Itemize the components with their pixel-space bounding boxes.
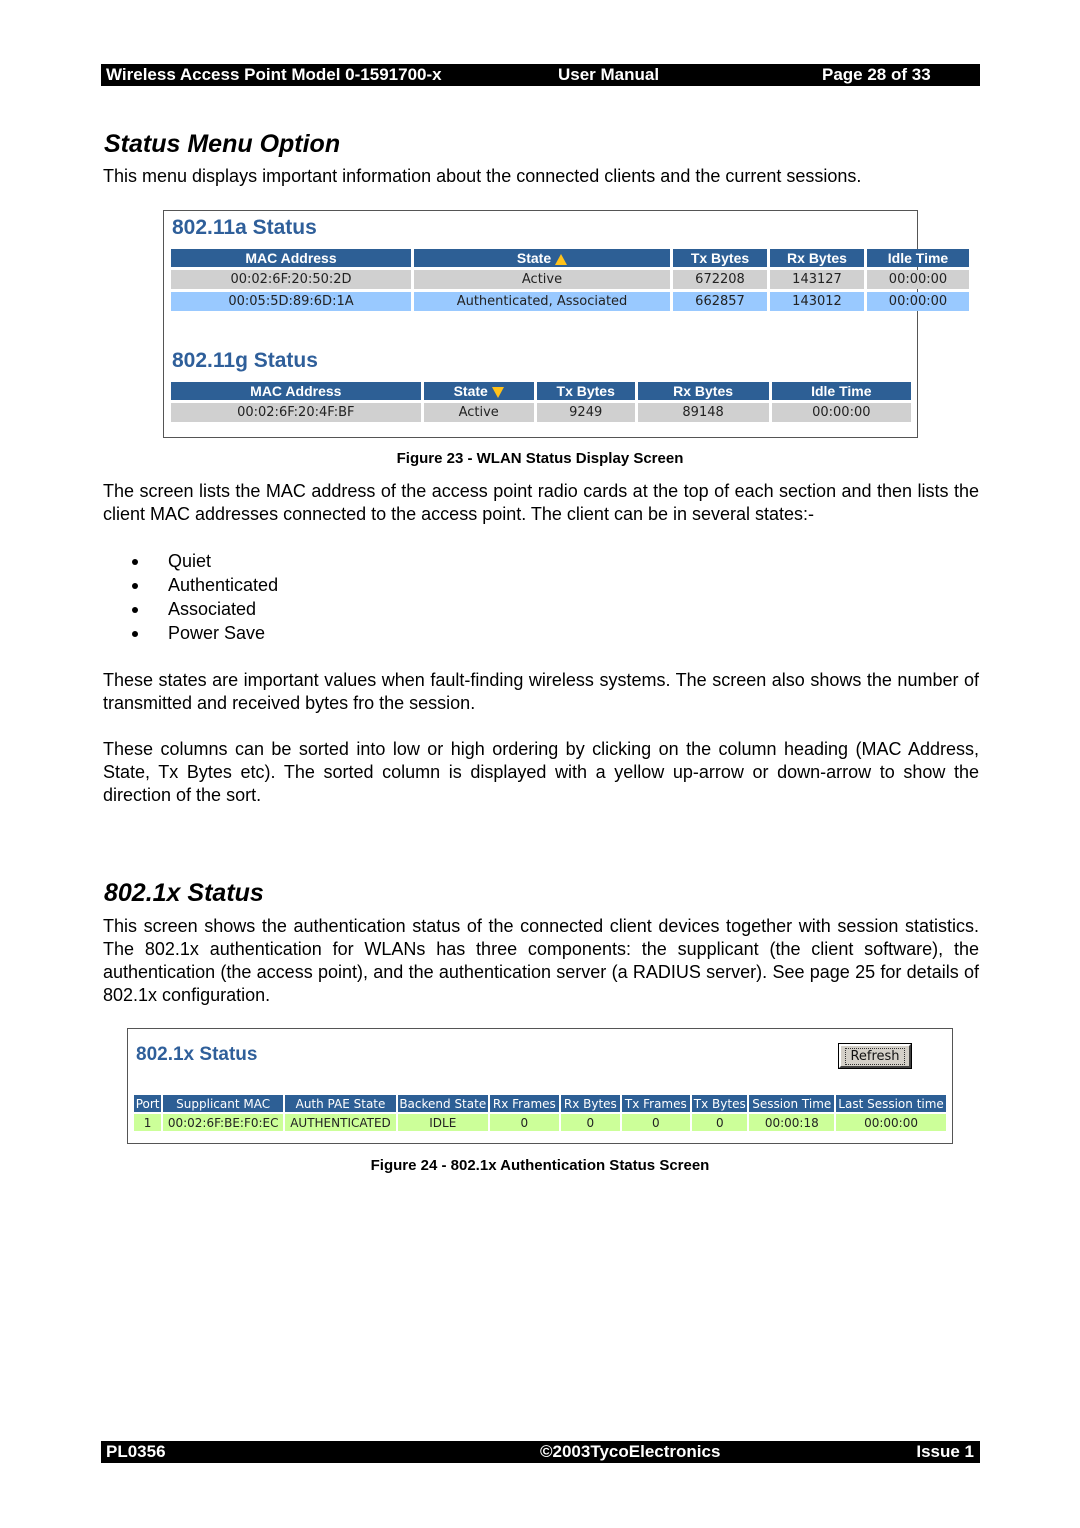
- column-header-mac-address[interactable]: MAC Address: [171, 382, 421, 400]
- cell-rx-bytes: 89148: [637, 403, 769, 422]
- wlan-status-screenshot: 802.11a Status MAC Address State Tx Byte…: [163, 210, 969, 438]
- states-list: Quiet Authenticated Associated Power Sav…: [130, 549, 278, 645]
- 8021x-status-title: 802.1x Status: [136, 1044, 258, 1065]
- cell-tx-frames: 0: [621, 1114, 691, 1131]
- 8021x-paragraph: This screen shows the authentication sta…: [103, 916, 979, 1005]
- column-header-state[interactable]: State: [423, 382, 534, 400]
- cell-mac-address: 00:02:6F:20:4F:BF: [171, 403, 421, 422]
- column-header-rx-bytes: Rx Bytes: [561, 1095, 620, 1112]
- section-intro: This menu displays important information…: [103, 166, 862, 186]
- cell-state: Active: [423, 403, 534, 422]
- 8021x-status-table: Port Supplicant MAC Auth PAE State Backe…: [132, 1093, 948, 1133]
- sort-up-arrow-icon: [555, 253, 568, 265]
- cell-idle-time: 00:00:00: [867, 292, 969, 311]
- column-header-tx-frames: Tx Frames: [621, 1095, 691, 1112]
- footer-doc-id: PL0356: [106, 1442, 166, 1461]
- header-page-number: Page 28 of 33: [822, 65, 931, 84]
- list-item: Power Save: [130, 621, 278, 645]
- column-header-rx-frames: Rx Frames: [489, 1095, 560, 1112]
- column-header-tx-bytes[interactable]: Tx Bytes: [536, 382, 635, 400]
- table-row: 00:02:6F:20:50:2D Active 672208 143127 0…: [171, 270, 969, 289]
- header-product: Wireless Access Point Model 0-1591700-x: [106, 65, 442, 84]
- cell-port: 1: [134, 1114, 162, 1131]
- list-item: Associated: [130, 597, 278, 621]
- refresh-button[interactable]: Refresh: [838, 1043, 912, 1069]
- list-item: Authenticated: [130, 573, 278, 597]
- figure-24-caption: Figure 24 - 802.1x Authentication Status…: [370, 1157, 710, 1174]
- cell-state: Authenticated, Associated: [414, 292, 670, 311]
- column-header-last-session-time: Last Session time: [836, 1095, 946, 1112]
- column-header-port: Port: [134, 1095, 162, 1112]
- cell-last-session-time: 00:00:00: [836, 1114, 946, 1131]
- column-header-rx-bytes[interactable]: Rx Bytes: [770, 249, 864, 267]
- cell-mac-address: 00:02:6F:20:50:2D: [171, 270, 411, 289]
- section-title-8021x-status: 802.1x Status: [104, 879, 264, 907]
- column-header-supplicant-mac: Supplicant MAC: [163, 1095, 284, 1112]
- wlan-g-title: 802.11g Status: [172, 349, 318, 372]
- cell-rx-bytes: 0: [561, 1114, 620, 1131]
- cell-idle-time: 00:00:00: [771, 403, 911, 422]
- refresh-button-label: Refresh: [845, 1047, 905, 1065]
- cell-tx-bytes: 0: [692, 1114, 748, 1131]
- fault-finding-paragraph: These states are important values when f…: [103, 670, 979, 713]
- header-doc-type: User Manual: [558, 65, 660, 84]
- column-header-state[interactable]: State: [414, 249, 670, 267]
- table-row: 00:05:5D:89:6D:1A Authenticated, Associa…: [171, 292, 969, 311]
- wlan-g-table: MAC Address State Tx Bytes Rx Bytes Idle…: [168, 379, 914, 425]
- column-header-mac-address[interactable]: MAC Address: [171, 249, 411, 267]
- table-row: 1 00:02:6F:BE:F0:EC AUTHENTICATED IDLE 0…: [134, 1114, 946, 1131]
- cell-rx-frames: 0: [489, 1114, 560, 1131]
- column-header-tx-bytes[interactable]: Tx Bytes: [673, 249, 767, 267]
- column-header-rx-bytes[interactable]: Rx Bytes: [637, 382, 769, 400]
- cell-auth-pae-state: AUTHENTICATED: [285, 1114, 396, 1131]
- section-title-status-menu: Status Menu Option: [104, 130, 341, 158]
- column-header-state-label: State: [453, 383, 488, 399]
- page-footer: PL0356 ©2003TycoElectronics Issue 1: [101, 1441, 980, 1463]
- cell-rx-bytes: 143012: [770, 292, 864, 311]
- figure-23-caption: Figure 23 - WLAN Status Display Screen: [396, 450, 684, 467]
- table-row: 00:02:6F:20:4F:BF Active 9249 89148 00:0…: [171, 403, 911, 422]
- list-item: Quiet: [130, 549, 278, 573]
- wlan-a-title: 802.11a Status: [172, 216, 317, 239]
- sorting-paragraph: These columns can be sorted into low or …: [103, 739, 979, 805]
- cell-state: Active: [414, 270, 670, 289]
- cell-tx-bytes: 672208: [673, 270, 767, 289]
- column-header-state-label: State: [516, 250, 552, 266]
- cell-rx-bytes: 143127: [770, 270, 864, 289]
- column-header-idle-time[interactable]: Idle Time: [771, 382, 911, 400]
- states-paragraph: The screen lists the MAC address of the …: [103, 481, 979, 524]
- footer-issue: Issue 1: [916, 1442, 974, 1461]
- cell-session-time: 00:00:18: [749, 1114, 835, 1131]
- 8021x-status-screenshot: 802.1x Status Refresh Port Supplicant MA…: [127, 1028, 953, 1144]
- column-header-idle-time[interactable]: Idle Time: [867, 249, 969, 267]
- cell-backend-state: IDLE: [397, 1114, 488, 1131]
- cell-tx-bytes: 9249: [536, 403, 635, 422]
- page-header: Wireless Access Point Model 0-1591700-x …: [101, 64, 980, 86]
- column-header-session-time: Session Time: [749, 1095, 835, 1112]
- cell-supplicant-mac: 00:02:6F:BE:F0:EC: [163, 1114, 284, 1131]
- wlan-a-table: MAC Address State Tx Bytes Rx Bytes Idle…: [168, 246, 972, 314]
- footer-copyright: ©2003TycoElectronics: [540, 1442, 721, 1461]
- sort-down-arrow-icon: [491, 386, 504, 398]
- column-header-auth-pae-state: Auth PAE State: [285, 1095, 396, 1112]
- column-header-tx-bytes: Tx Bytes: [692, 1095, 748, 1112]
- cell-tx-bytes: 662857: [673, 292, 767, 311]
- cell-mac-address: 00:05:5D:89:6D:1A: [171, 292, 411, 311]
- cell-idle-time: 00:00:00: [867, 270, 969, 289]
- column-header-backend-state: Backend State: [397, 1095, 488, 1112]
